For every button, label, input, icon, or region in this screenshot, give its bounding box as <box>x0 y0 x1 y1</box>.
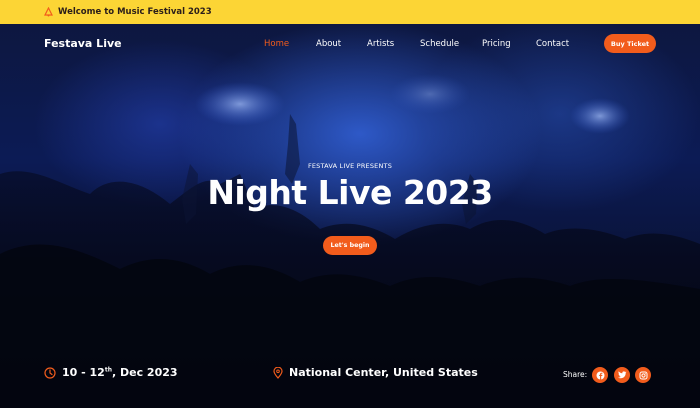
nav-item-home[interactable]: Home <box>264 39 289 49</box>
share-label: Share: <box>563 370 588 379</box>
hero-eyebrow: FESTAVA LIVE PRESENTS <box>307 162 393 170</box>
hero-section: Festava Live Home About Artists Schedule… <box>0 24 700 408</box>
location-pin-icon <box>273 366 283 379</box>
buy-ticket-button[interactable]: Buy Ticket <box>604 34 656 53</box>
brand-logo[interactable]: Festava Live <box>44 37 122 50</box>
nav-item-contact[interactable]: Contact <box>536 39 569 49</box>
nav-item-about[interactable]: About <box>316 39 341 49</box>
nav-item-schedule[interactable]: Schedule <box>420 39 459 49</box>
instagram-icon[interactable] <box>635 367 651 383</box>
main-navbar: Festava Live Home About Artists Schedule… <box>0 24 700 64</box>
event-date-text: 10 - 12th, Dec 2023 <box>62 366 178 379</box>
event-venue-text: National Center, United States <box>289 366 478 379</box>
event-date: 10 - 12th, Dec 2023 <box>44 366 178 379</box>
event-venue: National Center, United States <box>273 366 478 379</box>
announcement-bar: Welcome to Music Festival 2023 <box>0 0 700 24</box>
hero-title: Night Live 2023 <box>207 173 493 212</box>
lets-begin-button[interactable]: Let's begin <box>323 236 377 255</box>
twitter-icon[interactable] <box>614 367 630 383</box>
megaphone-icon <box>44 7 53 17</box>
nav-item-pricing[interactable]: Pricing <box>482 39 511 49</box>
facebook-icon[interactable] <box>592 367 608 383</box>
clock-icon <box>44 366 56 379</box>
nav-item-artists[interactable]: Artists <box>367 39 394 49</box>
crowd-silhouette <box>0 74 700 408</box>
announcement-text: Welcome to Music Festival 2023 <box>58 7 212 17</box>
